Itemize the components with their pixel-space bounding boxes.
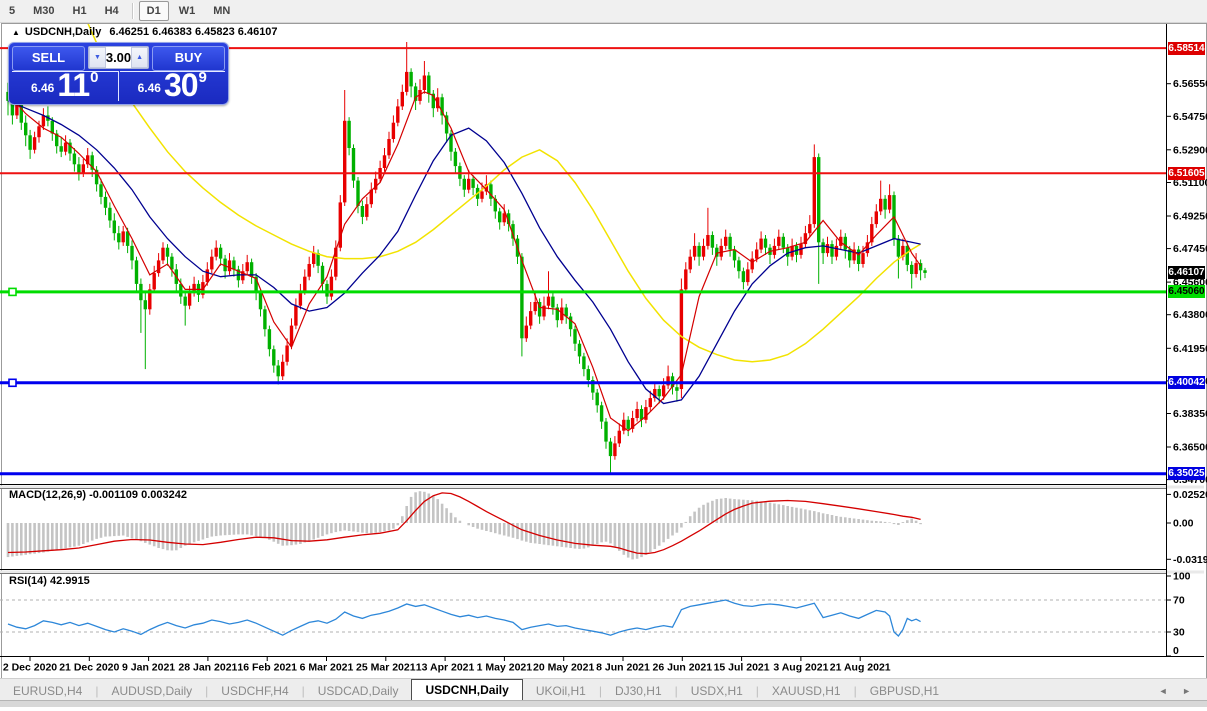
symbol-header: ▲ USDCNH,Daily 6.46251 6.46383 6.45823 6.4… (12, 26, 278, 38)
buy-price-sup: 9 (199, 69, 207, 86)
svg-text:21 Aug 2021: 21 Aug 2021 (830, 662, 891, 674)
svg-text:6.43800: 6.43800 (1173, 309, 1207, 321)
buy-price-big: 30 (164, 71, 198, 99)
collapse-icon[interactable]: ▲ (12, 28, 20, 37)
sell-price-small: 6.46 (31, 81, 54, 95)
svg-text:25 Mar 2021: 25 Mar 2021 (356, 662, 416, 674)
svg-text:6.36500: 6.36500 (1173, 442, 1207, 454)
chart-tab-audusd[interactable]: AUDUSD,Daily (98, 682, 205, 701)
svg-text:70: 70 (1173, 595, 1185, 607)
volume-input[interactable]: 3.00 (106, 47, 131, 68)
svg-text:6.54750: 6.54750 (1173, 111, 1207, 123)
svg-text:6.56550: 6.56550 (1173, 78, 1207, 90)
svg-text:8 Jun 2021: 8 Jun 2021 (596, 662, 650, 674)
svg-text:3 Aug 2021: 3 Aug 2021 (773, 662, 828, 674)
svg-text:6.38350: 6.38350 (1173, 408, 1207, 420)
svg-text:15 Jul 2021: 15 Jul 2021 (714, 662, 770, 674)
price-badge-6.46107: 6.46107 (1168, 266, 1205, 279)
svg-text:2 Dec 2020: 2 Dec 2020 (3, 662, 57, 674)
svg-text:6 Mar 2021: 6 Mar 2021 (300, 662, 354, 674)
chart-tab-dj30[interactable]: DJ30,H1 (602, 682, 675, 701)
svg-text:0.025209: 0.025209 (1173, 489, 1207, 501)
tab-scroll-arrows[interactable]: ◄ ► (1159, 682, 1207, 701)
chart-tab-usdx[interactable]: USDX,H1 (678, 682, 756, 701)
timeframe-button-h1[interactable]: H1 (65, 1, 95, 21)
price-badge-6.51605: 6.51605 (1168, 167, 1205, 180)
sell-price-sup: 0 (90, 69, 98, 86)
price-badge-6.35025: 6.35025 (1168, 467, 1205, 480)
svg-text:20 May 2021: 20 May 2021 (533, 662, 594, 674)
sell-price-big: 11 (57, 71, 89, 99)
chart-canvas[interactable]: 6.565506.547506.529006.511006.492506.474… (0, 0, 1207, 706)
svg-text:6.47450: 6.47450 (1173, 243, 1207, 255)
symbol-title: USDCNH,Daily (25, 26, 101, 38)
svg-text:21 Dec 2020: 21 Dec 2020 (59, 662, 119, 674)
volume-increase-button[interactable]: ▲ (131, 47, 148, 68)
timeframe-button-w1[interactable]: W1 (171, 1, 204, 21)
chart-tab-xauusd[interactable]: XAUUSD,H1 (759, 682, 854, 701)
volume-decrease-button[interactable]: ▼ (89, 47, 106, 68)
chart-tab-usdchf[interactable]: USDCHF,H4 (208, 682, 301, 701)
svg-text:28 Jan 2021: 28 Jan 2021 (178, 662, 237, 674)
chart-tab-gbpusd[interactable]: GBPUSD,H1 (857, 682, 952, 701)
svg-text:6.52900: 6.52900 (1173, 144, 1207, 156)
svg-text:0: 0 (1173, 645, 1179, 657)
price-badge-6.45060: 6.45060 (1168, 285, 1205, 298)
svg-text:-0.03199: -0.03199 (1173, 554, 1207, 566)
price-badge-6.40042: 6.40042 (1168, 376, 1205, 389)
rsi-label: RSI(14) 42.9915 (9, 575, 90, 587)
macd-values: -0.001109 0.003242 (89, 489, 187, 501)
chart-tab-eurusd[interactable]: EURUSD,H4 (0, 682, 95, 701)
rsi-name: RSI(14) (9, 575, 47, 587)
macd-name: MACD(12,26,9) (9, 489, 86, 501)
svg-text:100: 100 (1173, 571, 1191, 583)
svg-text:0.00: 0.00 (1173, 518, 1194, 530)
svg-text:13 Apr 2021: 13 Apr 2021 (416, 662, 475, 674)
chart-tab-ukoil[interactable]: UKOil,H1 (523, 682, 599, 701)
toolbar-separator (132, 3, 134, 19)
macd-label: MACD(12,26,9) -0.001109 0.003242 (9, 489, 187, 501)
ohlc-values: 6.46251 6.46383 6.45823 6.46107 (109, 26, 277, 38)
chart-tab-bar: EURUSD,H4|AUDUSD,Daily|USDCHF,H4|USDCAD,… (0, 678, 1207, 701)
one-click-trade-panel: SELL ▼ 3.00 ▲ BUY 6.46 11 0 6.46 30 9 (8, 42, 229, 105)
svg-text:6.49250: 6.49250 (1173, 211, 1207, 223)
sell-quote[interactable]: 6.46 11 0 (12, 71, 119, 101)
buy-price-small: 6.46 (138, 81, 161, 95)
timeframe-button-mn[interactable]: MN (205, 1, 238, 21)
timeframe-button-5[interactable]: 5 (1, 1, 23, 21)
buy-quote[interactable]: 6.46 30 9 (120, 71, 226, 101)
chart-tab-usdcad[interactable]: USDCAD,Daily (305, 682, 412, 701)
svg-text:26 Jun 2021: 26 Jun 2021 (653, 662, 713, 674)
svg-text:30: 30 (1173, 627, 1185, 639)
svg-text:1 May 2021: 1 May 2021 (477, 662, 533, 674)
rsi-value: 42.9915 (50, 575, 90, 587)
svg-text:16 Feb 2021: 16 Feb 2021 (237, 662, 297, 674)
svg-text:9 Jan 2021: 9 Jan 2021 (122, 662, 175, 674)
chart-tab-usdcnh[interactable]: USDCNH,Daily (411, 679, 522, 701)
timeframe-button-m30[interactable]: M30 (25, 1, 62, 21)
svg-text:6.41950: 6.41950 (1173, 343, 1207, 355)
timeframe-toolbar: 5M30H1H4 D1W1MN (0, 0, 1207, 23)
timeframe-button-d1[interactable]: D1 (139, 1, 169, 21)
timeframe-button-h4[interactable]: H4 (97, 1, 127, 21)
volume-spinner: ▼ 3.00 ▲ (88, 46, 149, 69)
price-badge-6.58514: 6.58514 (1168, 42, 1205, 55)
